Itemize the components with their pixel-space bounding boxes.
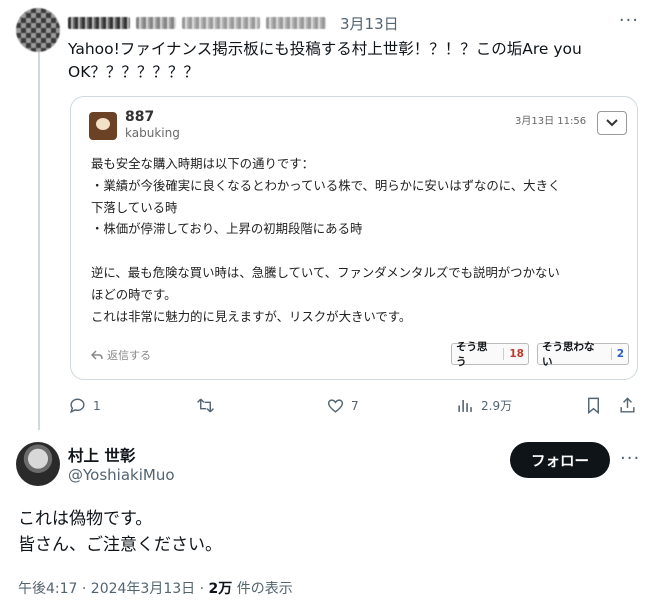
view-count: 2万 (208, 581, 233, 597)
disagree-button[interactable]: そう思わない 2 (537, 341, 629, 368)
post-line: ・業績が今後確実に良くなるとわかっている株で、明らかに安いはずなのに、大きく (91, 177, 561, 193)
post-line: これは非常に魅力的に見えますが、リスクが大きいです。 (91, 308, 412, 324)
tweet-timestamp[interactable]: 午後4:17 · 2024年3月13日 · (18, 581, 209, 597)
reply-label: 返信する (107, 349, 151, 362)
views-button[interactable]: 2.9万 (456, 396, 512, 415)
quoted-image-card[interactable]: 887 kabuking 3月13日 11:56 最も安全な購入時期は以下の通り… (70, 96, 638, 380)
retweet-button[interactable] (196, 396, 215, 415)
follow-button[interactable]: フォロー (510, 442, 610, 478)
reply-arrow-icon (91, 350, 103, 360)
tweet-meta: 午後4:17 · 2024年3月13日 · 2万 件の表示 (18, 578, 293, 598)
bookmark-button[interactable] (584, 396, 603, 415)
post-line: 最も安全な購入時期は以下の通りです： (91, 156, 315, 171)
post-line: 逆に、最も危険な買い時は、急騰していて、ファンダメンタルズでも説明がつかない (91, 264, 560, 280)
views-count: 2.9万 (481, 399, 513, 413)
agree-label: そう思う (456, 341, 488, 368)
tweet-text: これは偽物です。 皆さん、ご注意ください。 (18, 506, 222, 558)
blurred-handle (266, 17, 326, 29)
like-icon (327, 399, 344, 413)
reply-link[interactable]: 返信する (91, 347, 151, 363)
reply-button[interactable]: 1 (68, 396, 101, 415)
post-line: 下落している時 (91, 199, 178, 215)
poster-id: 887 (125, 109, 155, 125)
avatar[interactable] (16, 442, 60, 486)
blurred-handle (182, 17, 260, 29)
more-icon[interactable]: ··· (619, 10, 639, 31)
tweet-text: Yahoo!ファイナンス掲示板にも投稿する村上世彰！？！？この垢Are you … (68, 40, 582, 81)
tweet-author-obscured[interactable]: 3月13日 (68, 12, 399, 34)
agree-button[interactable]: そう思う 18 (451, 341, 529, 368)
blurred-name (68, 17, 130, 29)
more-icon[interactable]: ··· (620, 448, 640, 469)
view-suffix: 件の表示 (232, 581, 293, 597)
tweet-text-line: 皆さん、ご注意ください。 (18, 535, 222, 555)
post-line: ほどの時です。 (91, 286, 177, 302)
post-body: 最も安全な購入時期は以下の通りです： ・業績が今後確実に良くなるとわかっている株… (91, 153, 631, 327)
comment-icon (69, 398, 85, 414)
blurred-name (136, 17, 176, 29)
share-button[interactable] (618, 396, 637, 415)
author-handle[interactable]: @YoshiakiMuo (68, 466, 175, 484)
chevron-down-icon[interactable] (597, 111, 627, 135)
tweet-action-bar: 1 7 2.9万 (68, 396, 638, 418)
tweet-date[interactable]: 3月13日 (340, 13, 399, 34)
bookmark-icon (588, 397, 599, 415)
post-timestamp: 3月13日 11:56 (515, 116, 587, 127)
views-icon (458, 399, 472, 412)
share-icon (620, 397, 635, 413)
post-line: ・株価が停滞しており、上昇の初期段階にある時 (91, 221, 363, 237)
agree-count: 18 (503, 348, 524, 360)
reply-count: 1 (93, 398, 101, 413)
disagree-count: 2 (610, 348, 624, 360)
like-button[interactable]: 7 (326, 396, 359, 415)
disagree-label: そう思わない (542, 341, 595, 368)
thread-line (38, 52, 40, 430)
poster-subname: kabuking (125, 126, 180, 140)
retweet-icon (197, 398, 214, 413)
author-name[interactable]: 村上 世彰 (68, 444, 135, 466)
kabuking-logo-icon (89, 112, 117, 140)
avatar[interactable] (16, 8, 60, 52)
tweet-text-line: これは偽物です。 (18, 509, 153, 529)
like-count: 7 (351, 398, 359, 413)
